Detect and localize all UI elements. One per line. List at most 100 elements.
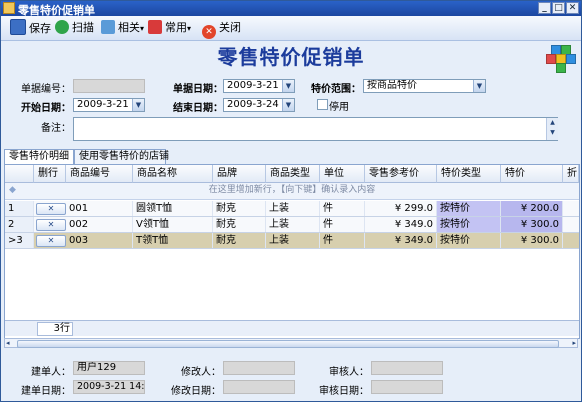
range-select[interactable]: 按商品特价 ▼ — [363, 79, 486, 93]
cell-price[interactable]: ¥ 300.0 — [501, 233, 563, 248]
creator-label: 建单人： — [31, 367, 71, 378]
audited-date-field — [371, 380, 443, 394]
end-date-label: 结束日期： — [173, 103, 223, 114]
cell-price[interactable]: ¥ 200.0 — [501, 201, 563, 216]
creator-field: 用户129 — [73, 361, 145, 375]
common-icon — [148, 20, 162, 34]
remark-scrollbar[interactable]: ▲ ▼ — [546, 118, 558, 140]
start-date-label: 开始日期： — [21, 103, 71, 114]
close-button[interactable]: ✕ 关闭 — [202, 19, 241, 39]
column-header[interactable]: 特价类型 — [437, 165, 501, 183]
modifier-label: 修改人： — [181, 367, 221, 378]
column-header[interactable]: 特价 — [501, 165, 563, 183]
cell-price-type[interactable]: 按特价 — [437, 233, 501, 248]
new-row-hint[interactable]: ◆ 在这里增加新行，【向下键】确认录入内容 — [5, 183, 579, 200]
form-title: 零售特价促销单 — [217, 45, 365, 69]
column-header[interactable]: 单位 — [320, 165, 365, 183]
cell-price-type[interactable]: 按特价 — [437, 217, 501, 232]
created-date-label: 建单日期： — [21, 386, 71, 397]
remark-textarea[interactable] — [73, 117, 558, 141]
cell-unit[interactable]: 件 — [320, 201, 365, 216]
column-header[interactable]: 商品名称 — [133, 165, 213, 183]
delete-row-button[interactable]: ✕ — [36, 203, 66, 215]
grid-horizontal-scrollbar[interactable]: ◂ ▸ — [4, 338, 578, 348]
cell-unit[interactable]: 件 — [320, 233, 365, 248]
toolbar: 保存 扫描 相关▾ 常用▾ ✕ 关闭 — [1, 16, 581, 41]
auditor-field — [371, 361, 443, 375]
cell-code[interactable]: 001 — [66, 201, 133, 216]
minimize-button[interactable]: _ — [538, 2, 551, 14]
cell-type[interactable]: 上装 — [266, 217, 320, 232]
table-row[interactable]: 2 ✕ 002 V领T恤 耐克 上装 件 ¥ 349.0 按特价 ¥ 300.0 — [5, 217, 579, 233]
cell-type[interactable]: 上装 — [266, 233, 320, 248]
disabled-checkbox[interactable] — [317, 99, 328, 110]
scroll-right-icon[interactable]: ▸ — [572, 339, 576, 347]
column-header[interactable]: 品牌 — [213, 165, 266, 183]
delete-row-button[interactable]: ✕ — [36, 235, 66, 247]
modifier-field — [223, 361, 295, 375]
common-menu-button[interactable]: 常用▾ — [148, 19, 191, 37]
scrollbar-thumb[interactable] — [17, 340, 559, 348]
row-indicator: 1 — [5, 201, 34, 216]
start-date-field[interactable]: 2009-3-21 ▼ — [73, 98, 145, 112]
tab-promotion-detail[interactable]: 零售特价明细 — [4, 149, 74, 164]
row-indicator: >3 — [5, 233, 34, 248]
range-label: 特价范围： — [311, 84, 361, 95]
related-menu-button[interactable]: 相关▾ — [101, 19, 144, 37]
doc-no-field[interactable] — [73, 79, 145, 93]
refresh-icon — [55, 20, 69, 34]
cell-ref-price[interactable]: ¥ 299.0 — [365, 201, 437, 216]
cell-type[interactable]: 上装 — [266, 201, 320, 216]
grid-footer: 3行 — [5, 320, 579, 336]
remark-label: 备注： — [41, 123, 71, 134]
cell-code[interactable]: 002 — [66, 217, 133, 232]
sales-promotion-window: 零售特价促销单 _ □ ✕ 保存 扫描 相关▾ 常用▾ ✕ 关闭 零售特价促销单 … — [0, 0, 582, 402]
disabled-label: 停用 — [329, 102, 349, 113]
cell-ref-price[interactable]: ¥ 349.0 — [365, 233, 437, 248]
scroll-left-icon[interactable]: ◂ — [6, 339, 10, 347]
table-row[interactable]: 1 ✕ 001 圆领T恤 耐克 上装 件 ¥ 299.0 按特价 ¥ 200.0 — [5, 201, 579, 217]
column-header[interactable]: 商品编号 — [66, 165, 133, 183]
table-row-selected[interactable]: >3 ✕ 003 T领T恤 耐克 上装 件 ¥ 349.0 按特价 ¥ 300.… — [5, 233, 579, 249]
cell-code[interactable]: 003 — [66, 233, 133, 248]
cell-name[interactable]: 圆领T恤 — [133, 201, 213, 216]
cell-unit[interactable]: 件 — [320, 217, 365, 232]
row-indicator: 2 — [5, 217, 34, 232]
new-row-icon: ◆ — [9, 185, 16, 195]
chevron-down-icon[interactable]: ▼ — [132, 99, 144, 111]
close-icon: ✕ — [202, 25, 216, 39]
chevron-down-icon: ▾ — [140, 24, 145, 33]
chevron-down-icon[interactable]: ▼ — [282, 99, 294, 111]
row-indicator-header — [5, 165, 34, 183]
audited-date-label: 审核日期： — [319, 386, 369, 397]
cell-brand[interactable]: 耐克 — [213, 233, 266, 248]
close-window-button[interactable]: ✕ — [566, 2, 579, 14]
related-icon — [101, 20, 115, 34]
save-button[interactable]: 保存 — [10, 19, 51, 37]
scan-button[interactable]: 扫描 — [55, 19, 94, 37]
cell-name[interactable]: T领T恤 — [133, 233, 213, 248]
app-icon — [3, 2, 15, 14]
doc-date-label: 单据日期： — [173, 84, 223, 95]
cell-price-type[interactable]: 按特价 — [437, 201, 501, 216]
chevron-down-icon[interactable]: ▼ — [282, 80, 294, 92]
cell-brand[interactable]: 耐克 — [213, 217, 266, 232]
column-header[interactable]: 折 — [563, 165, 579, 183]
created-date-field: 2009-3-21 14:30 — [73, 380, 145, 394]
cell-price[interactable]: ¥ 300.0 — [501, 217, 563, 232]
tab-stores[interactable]: 使用零售特价的店铺 — [74, 149, 169, 164]
column-header[interactable]: 删行 — [34, 165, 66, 183]
doc-no-label: 单据编号： — [21, 84, 71, 95]
cell-name[interactable]: V领T恤 — [133, 217, 213, 232]
delete-row-button[interactable]: ✕ — [36, 219, 66, 231]
column-header[interactable]: 零售参考价 — [365, 165, 437, 183]
maximize-button[interactable]: □ — [552, 2, 565, 14]
doc-date-field[interactable]: 2009-3-21 ▼ — [223, 79, 295, 93]
detail-grid: 删行 商品编号 商品名称 品牌 商品类型 单位 零售参考价 特价类型 特价 折 … — [4, 164, 580, 339]
chevron-down-icon[interactable]: ▼ — [473, 80, 485, 92]
cell-ref-price[interactable]: ¥ 349.0 — [365, 217, 437, 232]
column-header[interactable]: 商品类型 — [266, 165, 320, 183]
cell-brand[interactable]: 耐克 — [213, 201, 266, 216]
end-date-field[interactable]: 2009-3-24 ▼ — [223, 98, 295, 112]
auditor-label: 审核人： — [329, 367, 369, 378]
